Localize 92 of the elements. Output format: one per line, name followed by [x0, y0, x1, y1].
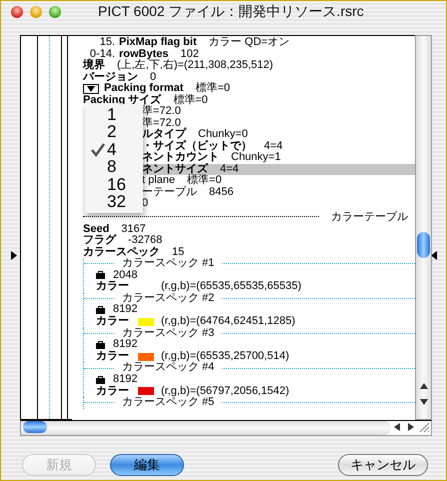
list-row[interactable]: Seed 3167 [72, 224, 415, 236]
field-value: 8192 [113, 374, 138, 386]
field-value: -32768 [128, 235, 162, 246]
bit-index: 0-14. [90, 48, 115, 60]
briefcase-icon [96, 340, 105, 349]
list-row[interactable]: Packing format 標準=0 [72, 83, 415, 95]
field-value: (r,g,b)=(56797,2056,1542) [161, 386, 290, 397]
field-value: (r,g,b)=(64764,62451,1285) [161, 316, 296, 328]
field-label: Packing サイズ [83, 94, 162, 106]
field-value: 標準=0 [187, 175, 222, 186]
close-button[interactable] [11, 6, 23, 18]
minimize-button[interactable] [30, 6, 42, 18]
field-value: 102 [180, 48, 199, 60]
field-label: Packing format [104, 83, 184, 94]
section-header: カラースペック #3 [122, 328, 214, 339]
field-value: 標準=0 [173, 94, 208, 106]
field-label: t plane [142, 175, 176, 187]
field-value: (r,g,b)=(65535,65535,65535) [161, 281, 302, 293]
right-marker-icon [11, 251, 17, 260]
field-label: フラグ [83, 235, 116, 247]
scroll-down-icon[interactable] [419, 397, 429, 407]
field-label: カラー [96, 386, 130, 397]
section-header: カラースペック #5 [122, 397, 214, 409]
zoom-button[interactable] [49, 6, 61, 18]
scroll-thumb[interactable] [417, 232, 430, 258]
field-value: (r,g,b)=(65535,25700,514) [161, 350, 290, 362]
briefcase-icon [96, 271, 105, 280]
field-label: カラースペック [83, 246, 160, 258]
field-value: 準=72.0 [142, 106, 181, 117]
field-label: カラー [96, 316, 130, 328]
list-row[interactable]: ルタイプ Chunky=0 [142, 129, 415, 141]
horizontal-scrollbar[interactable] [21, 421, 391, 435]
list-row[interactable]: 15. PixMap flag bit カラー QD=オン [72, 37, 415, 49]
list-row[interactable]: t plane 標準=0 [142, 175, 415, 187]
list-row[interactable]: フラグ -32768 [72, 235, 415, 247]
bit-index: 15. [98, 37, 115, 49]
field-label: ネントサイズ [142, 164, 208, 174]
list-row[interactable]: カラースペック 15 [72, 246, 415, 258]
section-label: カラーテーブル [331, 210, 408, 224]
field-label: カラー [96, 350, 130, 362]
field-value: 0 [150, 72, 156, 83]
section-header: カラースペック #2 [122, 292, 214, 304]
field-value: 標準=0 [195, 83, 230, 94]
field-label: ・サイズ（ビットで） [142, 140, 252, 152]
field-value: 2048 [113, 270, 138, 281]
vertical-scrollbar[interactable] [415, 35, 432, 420]
field-label: バージョン [83, 72, 138, 83]
menu-item[interactable]: 1 [85, 106, 143, 124]
field-value: 8192 [113, 339, 138, 351]
list-row[interactable]: ・サイズ（ビットで） 4=4 [142, 140, 415, 152]
field-label: Seed [83, 224, 110, 234]
field-label: rowBytes [119, 48, 169, 60]
field-value: 3167 [121, 224, 146, 235]
field-value: 4=4 [220, 164, 239, 175]
field-value: 15 [172, 246, 184, 258]
dialog-button[interactable]: キャンセル [338, 454, 428, 476]
field-value: 0 [142, 198, 148, 210]
field-label: カラー [96, 281, 130, 293]
checkmark-icon [91, 142, 105, 157]
field-value: 準=72.0 [142, 118, 181, 128]
section-header: カラースペック #4 [122, 362, 214, 374]
field-value: (上,左,下,右)=(211,308,235,512) [117, 60, 274, 72]
field-value: 8456 [209, 186, 234, 198]
list-row[interactable]: Packing サイズ 標準=0 [72, 94, 415, 106]
resize-grip-icon[interactable] [417, 421, 431, 433]
section-header: カラースペック #1 [122, 258, 214, 270]
field-value: Chunky=0 [198, 129, 248, 140]
scroll-thumb[interactable] [23, 421, 47, 433]
list-row[interactable]: 準=72.0 [142, 106, 415, 118]
field-value: 4=4 [264, 140, 283, 152]
menu-item[interactable]: 2 [85, 124, 143, 141]
menu-item[interactable]: 16 [85, 176, 143, 194]
list-row[interactable]: ネントカウント Chunky=1 [142, 152, 415, 164]
field-label: ネントカウント [142, 152, 219, 163]
field-label: ルタイプ [142, 129, 186, 140]
list-row[interactable]: ーテーブル 8456 [142, 186, 415, 198]
list-row[interactable]: バージョン 0 [72, 72, 415, 84]
list-row[interactable]: 0 [142, 198, 415, 210]
field-value: Chunky=1 [231, 152, 281, 164]
field-label: PixMap flag bit [119, 37, 197, 49]
briefcase-icon [96, 376, 105, 384]
menu-item[interactable]: 8 [85, 158, 143, 176]
dialog-button[interactable]: 編集 [110, 454, 184, 476]
field-label: ーテーブル [142, 186, 197, 198]
list-row[interactable]: ネントサイズ 4=4 [142, 164, 415, 176]
field-value: カラー QD=オン [208, 37, 290, 49]
menu-item[interactable]: 32 [85, 194, 143, 211]
briefcase-icon [96, 306, 105, 314]
scroll-up-icon[interactable] [419, 381, 429, 391]
field-value: 8192 [113, 304, 138, 316]
window-title: PICT 6002 ファイル：開発中リソース.rsrc [98, 3, 364, 21]
menu-item[interactable]: 4 [85, 141, 143, 158]
